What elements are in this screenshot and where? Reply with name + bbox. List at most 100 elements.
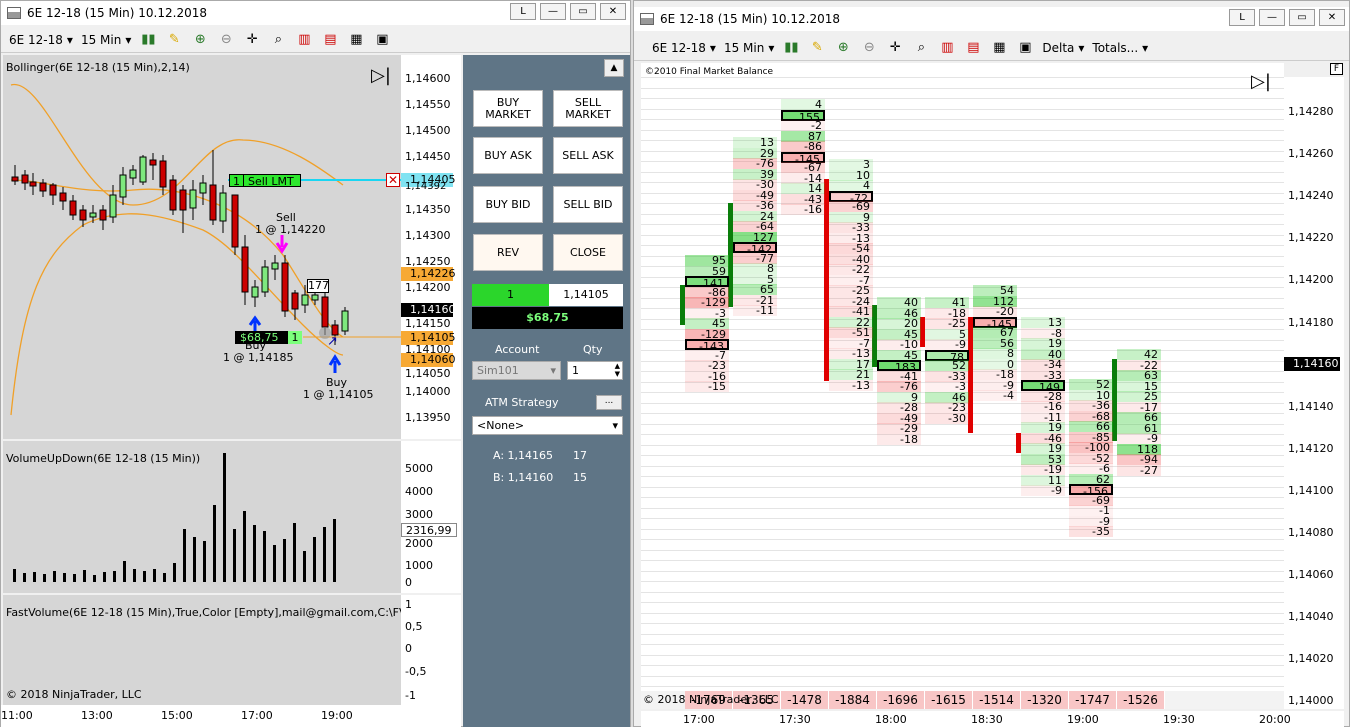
price-panel[interactable]: Bollinger(6E 12-18 (15 Min),2,14) ▷| ↗ 1… (3, 55, 401, 439)
grid-line (641, 486, 1284, 488)
bar-type-icon[interactable]: ▮▮ (782, 39, 800, 57)
zoom-out-icon[interactable]: ⊖ (217, 31, 235, 49)
instrument-selector[interactable]: 6E 12-18 ▾ (9, 33, 73, 47)
volume-bars-svg (13, 453, 336, 582)
indicators-icon[interactable]: ▤ (964, 39, 982, 57)
pencil-icon[interactable]: ✎ (808, 39, 826, 57)
chart-trader-icon[interactable]: ▥ (938, 39, 956, 57)
totals-selector[interactable]: Totals... ▾ (1092, 41, 1148, 55)
price-tick: 1,14100 (1288, 483, 1334, 497)
sell-limit-order-tag[interactable]: 1 Sell LMT (229, 174, 301, 188)
right-price-axis[interactable]: 1,14280 1,14260 1,14240 1,14220 1,14200 1,141… (1284, 77, 1344, 709)
buy-note2-line2: 1 @ 1,14105 (303, 388, 374, 401)
close-button[interactable]: ✕ (600, 3, 626, 20)
time-tick: 17:00 (683, 713, 715, 726)
minimize-button[interactable]: — (1259, 9, 1285, 26)
minimize-button[interactable]: — (540, 3, 566, 20)
pencil-icon[interactable]: ✎ (165, 31, 183, 49)
sell-bid-button[interactable]: SELL BID (553, 186, 623, 223)
time-tick: 15:00 (161, 709, 193, 722)
zoom-out-icon[interactable]: ⊖ (860, 39, 878, 57)
fv-tick: -0,5 (405, 665, 427, 678)
instrument-value: 6E 12-18 (652, 40, 706, 55)
grid-line (641, 591, 1284, 593)
chevron-down-icon: ▾ (66, 32, 73, 47)
account-select[interactable]: Sim101 ▾ (472, 361, 561, 380)
reverse-button[interactable]: REV (473, 234, 543, 271)
right-window-title: 6E 12-18 (15 Min) 10.12.2018 (660, 12, 840, 26)
box-177: 177 (307, 279, 329, 293)
link-button[interactable]: L (510, 3, 536, 20)
close-button[interactable]: ✕ (1319, 9, 1345, 26)
fv-tick: 0,5 (405, 620, 423, 633)
price-tick: 1,14020 (1288, 652, 1334, 666)
total-cell: -1615 (925, 691, 973, 709)
strategies-icon[interactable]: ▦ (990, 39, 1008, 57)
footprint-cell: -13 (829, 379, 873, 391)
chart-trader-icon[interactable]: ▥ (295, 31, 313, 49)
price-tick: 1,14000 (405, 385, 451, 398)
timeframe-selector[interactable]: 15 Min ▾ (81, 33, 131, 47)
volume-panel[interactable]: VolumeUpDown(6E 12-18 (15 Min)) (3, 441, 401, 593)
sell-market-button[interactable]: SELL MARKET (553, 90, 623, 127)
link-button[interactable]: L (1229, 9, 1255, 26)
svg-text:↗: ↗ (327, 334, 338, 349)
strategies-icon[interactable]: ▦ (347, 31, 365, 49)
buy-market-button[interactable]: BUY MARKET (473, 90, 543, 127)
price-tick: 1,14600 (405, 72, 451, 85)
time-tick: 20:00 (1259, 713, 1291, 726)
magnifier-icon[interactable]: ⌕ (269, 31, 287, 49)
position-qty: 1 (472, 284, 549, 306)
atm-config-button[interactable]: ... (596, 395, 622, 410)
grid-line (641, 581, 1284, 582)
properties-icon[interactable]: ▣ (1016, 39, 1034, 57)
price-tick: 1,14220 (1288, 231, 1334, 245)
sell-limit-qty: 1 (230, 175, 244, 188)
bar-type-icon[interactable]: ▮▮ (139, 31, 157, 49)
buy-bid-button[interactable]: BUY BID (473, 186, 543, 223)
sell-limit-label: Sell LMT (248, 175, 294, 188)
delta-selector[interactable]: Delta ▾ (1042, 41, 1084, 55)
indicators-icon[interactable]: ▤ (321, 31, 339, 49)
time-tick: 17:00 (241, 709, 273, 722)
zoom-in-icon[interactable]: ⊕ (191, 31, 209, 49)
qty-input[interactable]: 1 ▲ ▼ (567, 361, 623, 380)
crosshair-icon[interactable]: ✛ (886, 39, 904, 57)
play-icon[interactable]: ▷| (1251, 71, 1271, 92)
zoom-in-icon[interactable]: ⊕ (834, 39, 852, 57)
timeframe-selector[interactable]: 15 Min ▾ (724, 41, 774, 55)
f-button[interactable]: F (1330, 63, 1343, 75)
atm-value: <None> (477, 419, 525, 432)
left-price-axis[interactable]: 1,14600 1,14550 1,14500 1,14450 1,14405 … (401, 55, 461, 439)
footprint-cell: -11 (733, 305, 777, 316)
maximize-button[interactable]: ▭ (1289, 9, 1315, 26)
time-tick: 13:00 (81, 709, 113, 722)
properties-icon[interactable]: ▣ (373, 31, 391, 49)
crosshair-icon[interactable]: ✛ (243, 31, 261, 49)
window-icon (640, 13, 654, 25)
buy-ask-button[interactable]: BUY ASK (473, 137, 543, 174)
fastvolume-panel[interactable]: FastVolume(6E 12-18 (15 Min),True,Color … (3, 595, 401, 705)
close-position-button[interactable]: CLOSE (553, 234, 623, 271)
price-tick: 1,14550 (405, 98, 451, 111)
sell-ask-button[interactable]: SELL ASK (553, 137, 623, 174)
price-tick: 1,14000 (1288, 694, 1334, 708)
spinner-icon[interactable]: ▲ ▼ (615, 362, 620, 378)
footprint-cell: -16 (781, 204, 825, 215)
footprint-cell: -30 (925, 412, 969, 424)
cancel-order-icon[interactable]: ✕ (386, 173, 400, 187)
grid-line (641, 507, 1284, 509)
atm-strategy-select[interactable]: <None> ▾ (472, 416, 623, 435)
grid-line (641, 539, 1284, 540)
scroll-up-button[interactable]: ▲ (604, 59, 624, 77)
current-price-tag: 1,14160 (401, 303, 456, 317)
footprint-cell: -9 (925, 339, 969, 350)
instrument-selector[interactable]: 6E 12-18 ▾ (652, 41, 716, 55)
total-cell: -1320 (1021, 691, 1069, 709)
time-tick: 11:00 (1, 709, 33, 722)
window-icon (7, 7, 21, 19)
maximize-button[interactable]: ▭ (570, 3, 596, 20)
magnifier-icon[interactable]: ⌕ (912, 39, 930, 57)
footprint-chart-panel[interactable]: ©2010 Final Market Balance ▷| 95 59 141 -86… (641, 63, 1284, 709)
price-tick: 1,14150 (405, 317, 451, 330)
